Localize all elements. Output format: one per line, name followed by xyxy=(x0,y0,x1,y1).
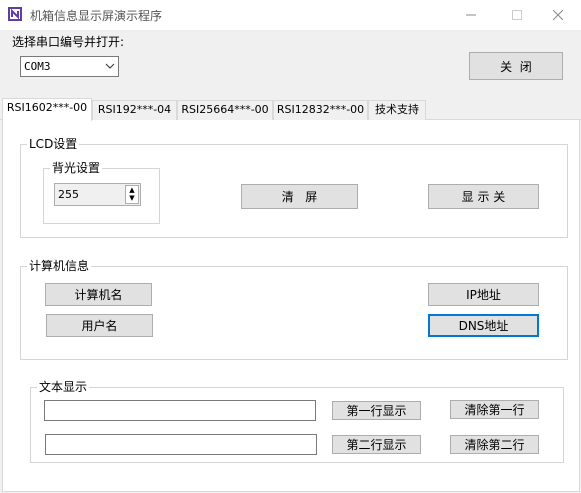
dns-address-button[interactable]: DNS地址 xyxy=(428,314,539,337)
backlight-value: 255 xyxy=(58,188,79,201)
display-off-button[interactable]: 显 示 关 xyxy=(428,184,539,209)
clear-screen-button[interactable]: 清 屏 xyxy=(241,184,358,209)
spin-down-icon[interactable]: ▼ xyxy=(126,195,138,204)
backlight-group-title: 背光设置 xyxy=(50,161,103,175)
computer-name-button[interactable]: 计算机名 xyxy=(45,283,152,306)
text-display-title: 文本显示 xyxy=(37,380,90,394)
chevron-down-icon[interactable] xyxy=(105,58,115,80)
spin-up-icon[interactable]: ▲ xyxy=(126,186,138,195)
app-icon xyxy=(8,7,22,21)
computer-info-title: 计算机信息 xyxy=(27,259,92,273)
show-line2-button[interactable]: 第二行显示 xyxy=(332,435,421,454)
clear-line2-button[interactable]: 清除第二行 xyxy=(450,435,539,454)
tab-strip: RSI1602***-00 RSI192***-04 RSI25664***-0… xyxy=(0,98,581,121)
port-select-value: COM3 xyxy=(24,60,51,73)
client-area: 选择串口编号并打开: COM3 关 闭 RSI1602***-00 RSI192… xyxy=(0,30,581,493)
backlight-spinner[interactable]: 255 ▲ ▼ xyxy=(54,183,141,206)
minimize-icon[interactable] xyxy=(448,0,494,30)
title-bar: 机箱信息显示屏演示程序 xyxy=(0,0,581,30)
port-select[interactable]: COM3 xyxy=(20,56,119,77)
close-icon[interactable] xyxy=(535,0,581,30)
spinner-buttons[interactable]: ▲ ▼ xyxy=(125,185,139,204)
port-label: 选择串口编号并打开: xyxy=(12,35,125,49)
tab-tech-support[interactable]: 技术支持 xyxy=(368,100,426,120)
tab-rsi192[interactable]: RSI192***-04 xyxy=(92,100,177,120)
user-name-button[interactable]: 用户名 xyxy=(46,314,153,337)
tab-rsi12832[interactable]: RSI12832***-00 xyxy=(273,100,368,120)
lcd-group-title: LCD设置 xyxy=(27,137,80,151)
window-title: 机箱信息显示屏演示程序 xyxy=(30,9,163,23)
computer-info-group: 计算机信息 xyxy=(20,259,568,360)
maximize-icon[interactable] xyxy=(494,0,540,30)
tab-rsi25664[interactable]: RSI25664***-00 xyxy=(177,100,273,120)
line2-input[interactable] xyxy=(45,434,317,455)
close-port-button[interactable]: 关 闭 xyxy=(469,52,563,80)
show-line1-button[interactable]: 第一行显示 xyxy=(332,401,421,420)
clear-line1-button[interactable]: 清除第一行 xyxy=(450,400,539,419)
ip-address-button[interactable]: IP地址 xyxy=(428,283,539,306)
line1-input[interactable] xyxy=(44,400,316,421)
tab-rsi1602[interactable]: RSI1602***-00 xyxy=(2,98,92,121)
